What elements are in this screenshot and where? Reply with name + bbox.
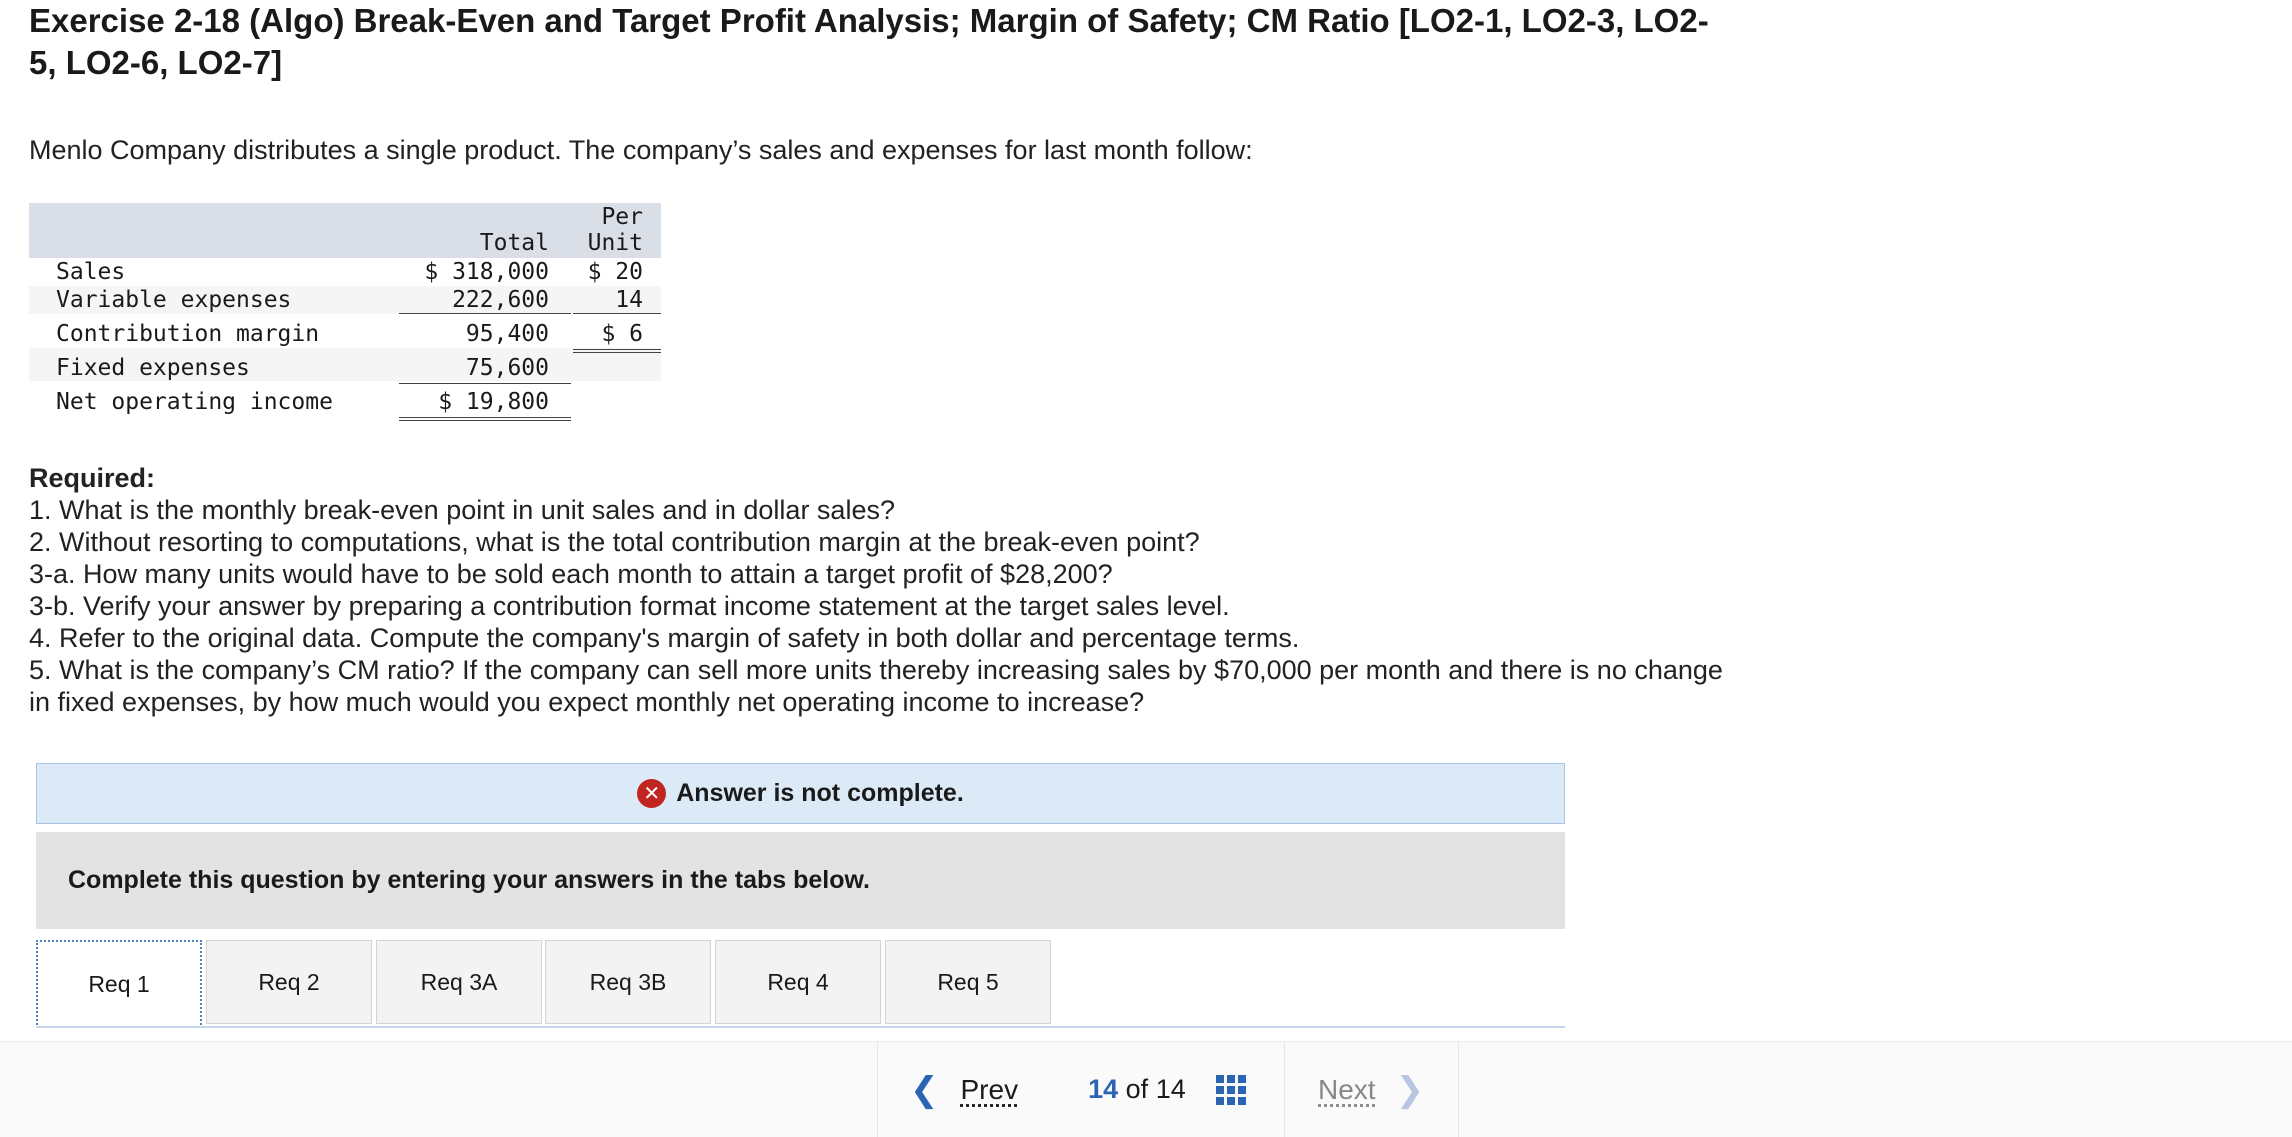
required-item: 3-a. How many units would have to be sol… [29, 559, 1113, 589]
page-indicator: 14 of 14 [1088, 1074, 1186, 1105]
chevron-right-icon: ❯ [1395, 1070, 1425, 1109]
tab-req-3a[interactable]: Req 3A [376, 940, 542, 1024]
table-row-total: $ 19,800 [438, 389, 549, 415]
pagination-footer: ❮ Prev 14 of 14 Next ❯ [0, 1041, 2292, 1137]
income-statement-table: Per Total Unit Sales $ 318,000 $ 20 Vari… [29, 203, 661, 428]
table-row-total: 222,600 [452, 287, 549, 313]
grid-icon[interactable] [1215, 1074, 1246, 1105]
table-row-per-unit: 14 [615, 287, 643, 313]
col-header-total: Total [479, 230, 549, 256]
col-header-unit: Unit [587, 230, 643, 256]
prev-nav-section: ❮ Prev 14 of 14 [877, 1042, 1285, 1137]
tab-underline [36, 1026, 1565, 1028]
table-row-label: Fixed expenses [56, 355, 250, 381]
answer-status-text: Answer is not complete. [676, 779, 964, 807]
required-item: 3-b. Verify your answer by preparing a c… [29, 591, 1230, 621]
required-item: 4. Refer to the original data. Compute t… [29, 623, 1300, 653]
total-pages: 14 [1155, 1074, 1186, 1104]
next-button[interactable]: Next [1318, 1074, 1376, 1106]
intro-text: Menlo Company distributes a single produ… [29, 135, 1253, 165]
instruction-box: Complete this question by entering your … [36, 832, 1565, 929]
chevron-left-icon: ❮ [910, 1070, 939, 1109]
tab-req-2[interactable]: Req 2 [206, 940, 372, 1024]
table-row-per-unit: $ 20 [587, 259, 643, 285]
instruction-text: Complete this question by entering your … [68, 866, 870, 894]
page-of-label: of [1125, 1074, 1149, 1104]
table-row-total: 75,600 [465, 355, 549, 381]
required-item: 5. What is the company’s CM ratio? If th… [29, 655, 1723, 717]
table-row-label: Variable expenses [56, 287, 292, 313]
answer-status-banner: ✕ Answer is not complete. [36, 763, 1565, 824]
table-row-label: Contribution margin [56, 321, 320, 347]
required-heading: Required: [29, 463, 156, 493]
tab-req-3b[interactable]: Req 3B [545, 940, 711, 1024]
tab-req-1[interactable]: Req 1 [36, 940, 202, 1028]
tab-req-5[interactable]: Req 5 [885, 940, 1051, 1024]
table-header-band [29, 203, 661, 258]
tab-req-4[interactable]: Req 4 [715, 940, 881, 1024]
current-page: 14 [1088, 1074, 1119, 1104]
required-item: 1. What is the monthly break-even point … [29, 495, 895, 525]
page-title: Exercise 2-18 (Algo) Break-Even and Targ… [29, 2, 1709, 81]
next-nav-section: Next ❯ [1284, 1042, 1459, 1137]
col-header-per: Per [601, 204, 643, 230]
table-row-label: Sales [56, 259, 126, 285]
prev-button[interactable]: Prev [961, 1074, 1019, 1106]
table-row-per-unit: $ 6 [601, 321, 643, 347]
required-section: Required: 1. What is the monthly break-e… [29, 462, 1749, 718]
x-circle-icon: ✕ [637, 779, 667, 808]
table-row-total: $ 318,000 [424, 259, 549, 285]
table-row-total: 95,400 [465, 321, 549, 347]
required-item: 2. Without resorting to computations, wh… [29, 527, 1200, 557]
table-row-label: Net operating income [56, 389, 333, 415]
